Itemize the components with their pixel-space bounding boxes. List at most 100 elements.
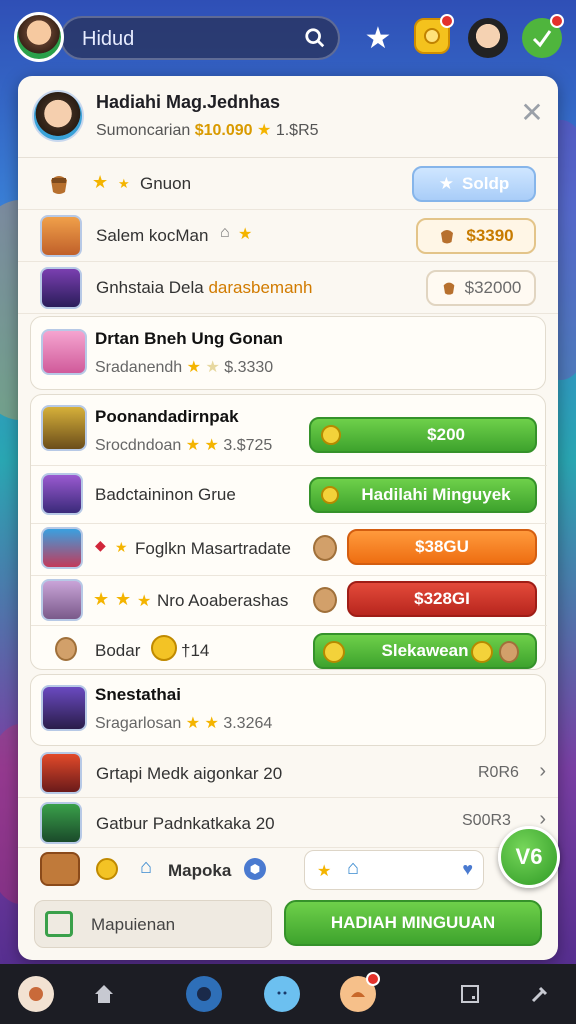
claim-label: Hadilahi Minguyek xyxy=(361,485,511,504)
coin-icon[interactable] xyxy=(414,14,454,54)
item-thumbnail xyxy=(41,579,83,621)
item-label: Grtapi Medk aigonkar 20 xyxy=(96,764,283,783)
tray-box[interactable]: ★ ⌂ ♥ xyxy=(304,850,484,890)
featured-card[interactable]: Snestathai Sragarlosan ★ ★ 3.3264 xyxy=(30,674,546,746)
divider xyxy=(31,523,547,524)
coin-icon xyxy=(321,486,339,504)
star-icon: ★ xyxy=(92,172,109,192)
star-icon: ★ xyxy=(115,539,128,555)
house-icon: ⌂ xyxy=(220,224,230,241)
reward-label: Slekawean xyxy=(381,641,469,660)
profile-icon[interactable] xyxy=(18,976,54,1012)
featured-card: Poonandadirnpak Srocdndoan ★ ★ 3.$725 $2… xyxy=(30,394,547,670)
price-button[interactable]: $32000 xyxy=(426,270,536,306)
bottom-navigation xyxy=(0,964,576,1024)
price-button[interactable]: $3390 xyxy=(416,218,536,254)
list-item[interactable]: Grtapi Medk aigonkar 20 R0R6 › xyxy=(18,748,558,798)
star-icon: ★ xyxy=(118,176,130,191)
hammer-icon[interactable] xyxy=(522,976,558,1012)
star-icon[interactable]: ★ xyxy=(358,18,398,58)
coin-icon xyxy=(323,641,345,663)
list-item[interactable]: Salem kocMan ⌂ ★ $3390 xyxy=(18,210,558,262)
coin-icon xyxy=(151,635,177,661)
sold-filter-label: Soldp xyxy=(462,174,510,193)
heart-icon: ♥ xyxy=(462,859,473,879)
map-thumbnail[interactable] xyxy=(40,852,80,886)
item-thumbnail xyxy=(41,527,83,569)
star-icon: ★ xyxy=(93,589,110,609)
friend-avatar[interactable] xyxy=(468,18,508,58)
chevron-right-icon[interactable]: › xyxy=(539,760,546,783)
subtitle-suffix: 1.$R5 xyxy=(275,122,319,139)
featured-subtitle: Sradanendh ★ ★ $.3330 xyxy=(95,357,273,377)
price-value: $3390 xyxy=(466,226,514,245)
top-bar: Hidud ★ xyxy=(0,0,576,76)
subtitle-prefix: Sumoncarian xyxy=(96,122,191,139)
buy-price: $200 xyxy=(427,425,465,444)
featured-title: Poonandadirnpak xyxy=(95,407,239,426)
featured-title: Snestathai xyxy=(95,685,181,704)
item-label: Nro Aoaberashas xyxy=(157,591,289,610)
coin-icon xyxy=(321,425,341,445)
featured-subtitle: Srocdndoan ★ ★ 3.$725 xyxy=(95,435,272,455)
shop-icon[interactable] xyxy=(340,972,380,1012)
acorn-icon xyxy=(313,535,337,561)
check-icon[interactable] xyxy=(522,14,564,58)
featured-card[interactable]: Drtan Bneh Ung Gonan Sradanendh ★ ★ $.33… xyxy=(30,316,546,390)
acorn-icon xyxy=(313,587,337,613)
close-button[interactable]: ✕ xyxy=(518,99,546,128)
footer-field-label: Mapuienan xyxy=(91,915,176,934)
inventory-icon[interactable] xyxy=(452,976,488,1012)
level-badge[interactable]: V6 xyxy=(498,826,560,888)
price-button[interactable]: $38GU xyxy=(347,529,537,565)
sold-filter-button[interactable]: ★ Soldp xyxy=(412,166,536,202)
home-icon[interactable] xyxy=(86,976,122,1012)
item-thumbnail xyxy=(40,215,82,257)
info-icon[interactable]: ⬢ xyxy=(244,858,266,880)
heart-icon: ◆ xyxy=(95,537,106,553)
shield-icon[interactable] xyxy=(186,976,222,1012)
footer-field[interactable]: Mapuienan xyxy=(34,900,272,948)
featured-sub-label: Sradanendh xyxy=(95,359,183,376)
item-label: Foglkn Masartradate xyxy=(135,539,291,558)
home-icon: ⌂ xyxy=(347,857,360,879)
list-item[interactable]: Gnhstaia Dela darasbemanh $32000 xyxy=(18,262,558,314)
acorn-icon xyxy=(51,176,67,194)
item-thumbnail xyxy=(41,329,87,375)
profile-avatar[interactable] xyxy=(14,12,64,62)
filter-label: Gnuon xyxy=(140,174,192,193)
bonus-value: †14 xyxy=(181,641,210,660)
weekly-reward-button[interactable]: HADIAH MINGUUAN xyxy=(284,900,542,946)
claim-button[interactable]: Hadilahi Minguyek xyxy=(309,477,537,513)
featured-title: Drtan Bneh Ung Gonan xyxy=(95,329,283,348)
item-label: Badctaininon Grue xyxy=(95,485,236,504)
panel-title: Hadiahi Mag.Jednhas xyxy=(96,92,281,112)
item-label: Salem kocMan xyxy=(96,226,209,245)
price-button[interactable]: $328GI xyxy=(347,581,537,617)
map-row: ⌂ Mapoka ⬢ ★ ⌂ ♥ xyxy=(18,848,558,894)
search-icon[interactable] xyxy=(304,27,326,49)
item-label: Gnhstaia Dela darasbemanh xyxy=(96,278,312,298)
list-item[interactable]: Gatbur Padnkatkaka 20 S00R3 › xyxy=(18,798,558,848)
search-bar[interactable]: Hidud xyxy=(60,16,340,60)
item-thumbnail xyxy=(40,752,82,794)
reward-button[interactable]: Slekawean xyxy=(313,633,537,669)
star-icon: ★ xyxy=(438,174,455,193)
star-icon: ★ xyxy=(238,226,253,243)
acorn-icon xyxy=(441,230,454,244)
star-icon: ★ xyxy=(185,437,201,454)
item-label: Gatbur Padnkatkaka 20 xyxy=(96,814,275,833)
chat-icon[interactable] xyxy=(264,976,300,1012)
buy-button[interactable]: $200 xyxy=(309,417,537,453)
divider xyxy=(31,625,547,626)
star-icon: ★ xyxy=(204,715,219,732)
featured-value: $.3330 xyxy=(224,359,274,376)
acorn-icon xyxy=(55,637,77,661)
item-thumbnail xyxy=(41,473,83,515)
featured-value: 3.3264 xyxy=(223,715,273,732)
acorn-icon xyxy=(443,282,454,295)
notification-badge xyxy=(366,972,380,986)
item-thumbnail xyxy=(41,405,87,451)
divider xyxy=(31,465,547,466)
price-value: $328GI xyxy=(414,589,470,608)
